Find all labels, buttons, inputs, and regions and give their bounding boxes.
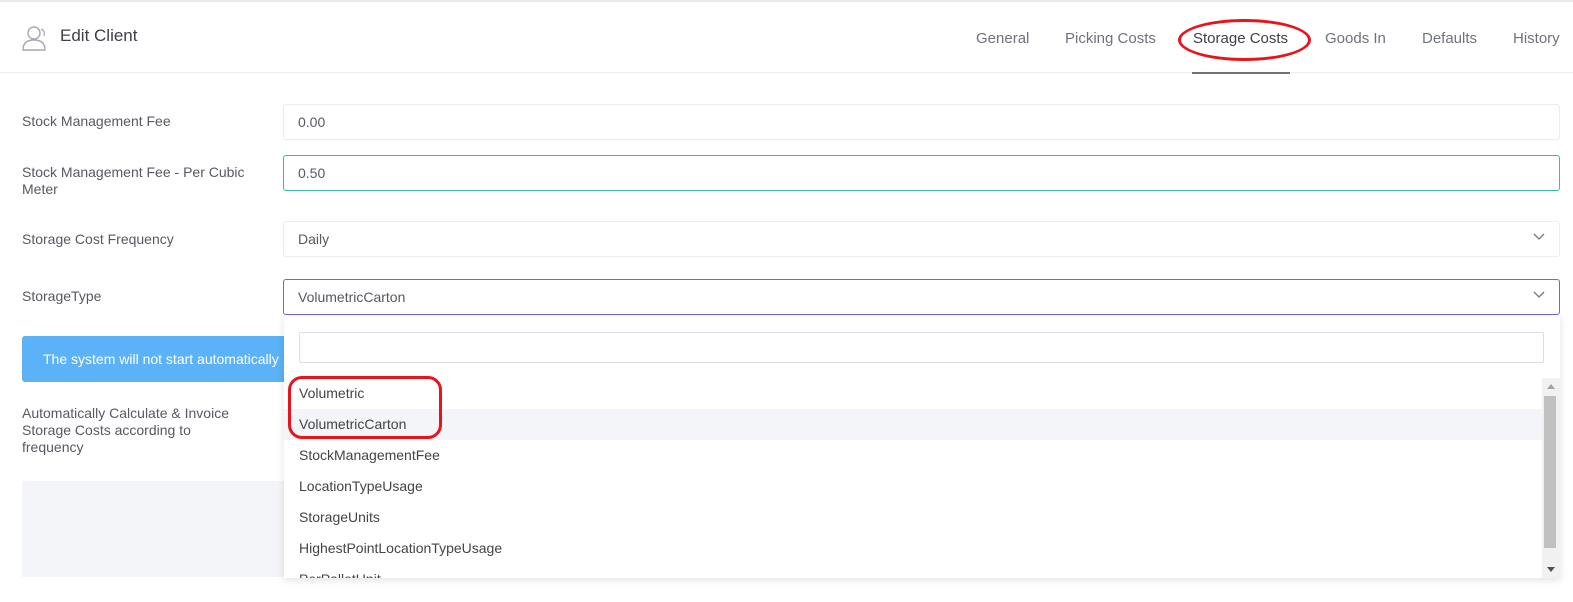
info-banner: The system will not start automatically [22, 336, 292, 382]
option-storage-units[interactable]: StorageUnits [284, 502, 1542, 533]
option-location-type-usage[interactable]: LocationTypeUsage [284, 471, 1542, 502]
tab-history[interactable]: History [1513, 30, 1560, 47]
frequency-value: Daily [298, 231, 330, 247]
tab-storage-costs[interactable]: Storage Costs [1193, 30, 1288, 47]
grey-panel [22, 481, 292, 577]
tab-picking-costs[interactable]: Picking Costs [1065, 30, 1156, 47]
stock-fee-label: Stock Management Fee [22, 113, 171, 129]
page-header: Edit Client General Picking Costs Storag… [0, 2, 1573, 74]
storage-type-label: StorageType [22, 288, 102, 304]
active-tab-indicator [1192, 72, 1290, 74]
user-icon [22, 26, 46, 51]
scroll-down-arrow-icon[interactable] [1547, 567, 1555, 572]
option-highest-point-location-type-usage[interactable]: HighestPointLocationTypeUsage [284, 533, 1542, 564]
chevron-down-icon [1533, 233, 1545, 240]
storage-type-value: VolumetricCarton [298, 289, 406, 305]
frequency-select[interactable]: Daily [283, 221, 1560, 257]
stock-fee-cubic-input[interactable]: 0.50 [283, 155, 1560, 191]
dropdown-search-input[interactable] [299, 332, 1544, 363]
option-stock-management-fee[interactable]: StockManagementFee [284, 440, 1542, 471]
frequency-label: Storage Cost Frequency [22, 231, 174, 247]
page-title: Edit Client [60, 26, 138, 45]
tab-goods-in[interactable]: Goods In [1325, 30, 1386, 47]
option-volumetric[interactable]: Volumetric [284, 378, 1542, 409]
tab-defaults[interactable]: Defaults [1422, 30, 1477, 47]
chevron-down-icon [1533, 291, 1545, 298]
dropdown-scrollbar[interactable] [1542, 378, 1560, 578]
stock-fee-input[interactable]: 0.00 [283, 104, 1560, 140]
auto-calc-label: Automatically Calculate & Invoice Storag… [22, 405, 229, 455]
stock-fee-cubic-label: Stock Management Fee - Per Cubic Meter [22, 164, 245, 197]
storage-type-select[interactable]: VolumetricCarton [283, 279, 1560, 315]
tab-general[interactable]: General [976, 30, 1029, 47]
option-per-pallet-unit[interactable]: PerPalletUnit [284, 564, 1542, 578]
option-volumetric-carton[interactable]: VolumetricCarton [284, 409, 1542, 440]
scroll-thumb[interactable] [1544, 396, 1556, 548]
storage-type-dropdown: Volumetric VolumetricCarton StockManagem… [284, 316, 1560, 578]
scroll-up-arrow-icon[interactable] [1547, 384, 1555, 389]
